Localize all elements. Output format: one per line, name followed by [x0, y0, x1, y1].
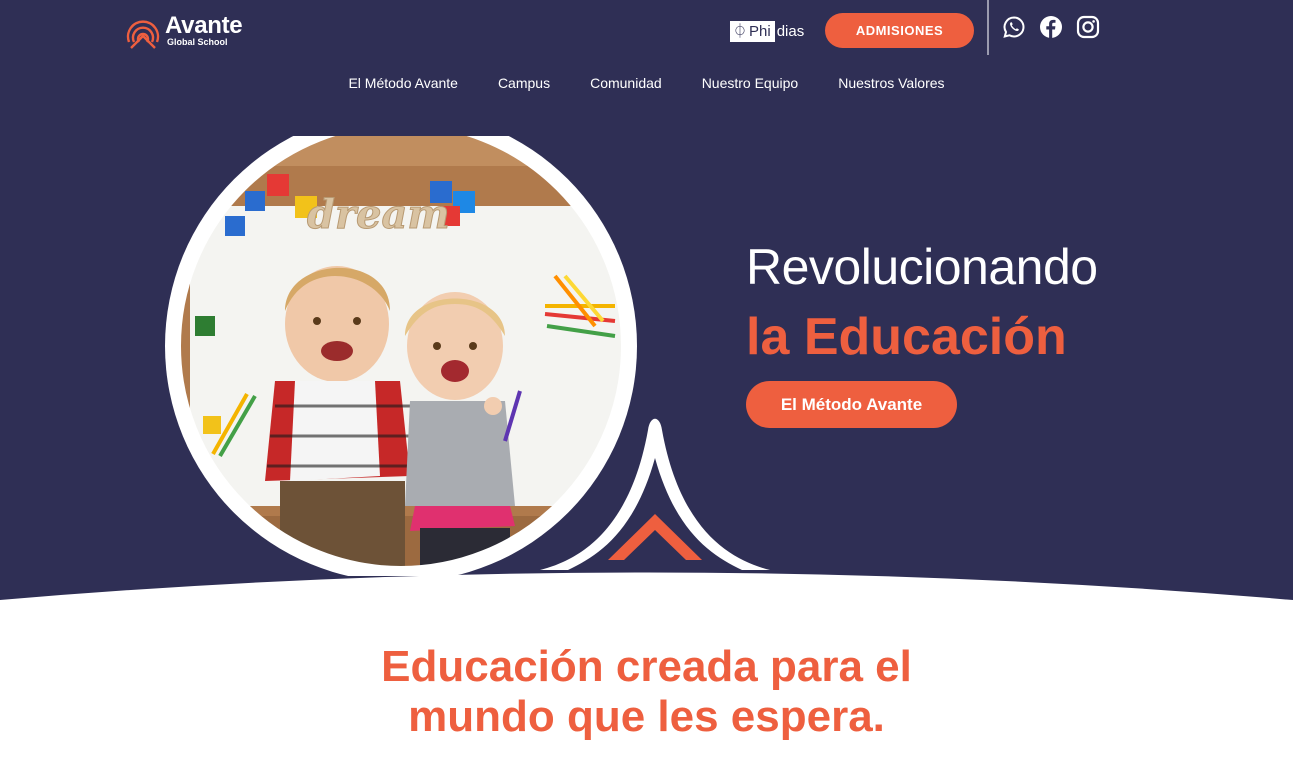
- phidias-boxed-text: Phi: [749, 22, 771, 40]
- logo-name: Avante: [165, 12, 243, 39]
- avante-logo-icon: [126, 20, 160, 49]
- instagram-icon[interactable]: [1076, 15, 1100, 39]
- main-nav: El Método Avante Campus Comunidad Nuestr…: [0, 73, 1293, 93]
- nav-item-campus[interactable]: Campus: [498, 73, 550, 93]
- hero-headline-line2: la Educación: [746, 308, 1067, 366]
- nav-item-comunidad[interactable]: Comunidad: [590, 73, 662, 93]
- section-title-line1: Educación creada para el: [381, 642, 912, 691]
- section-title: Educación creada para el mundo que les e…: [0, 642, 1293, 742]
- site-logo[interactable]: Avante Global School: [125, 10, 243, 52]
- whatsapp-icon[interactable]: [1002, 15, 1026, 39]
- nav-item-metodo[interactable]: El Método Avante: [348, 73, 457, 93]
- nav-item-equipo[interactable]: Nuestro Equipo: [702, 73, 799, 93]
- phidias-rest-text: dias: [776, 22, 805, 40]
- dream-sign-text: dream: [307, 191, 450, 238]
- nav-item-valores[interactable]: Nuestros Valores: [838, 73, 944, 93]
- phidias-link[interactable]: ⏀ Phi dias: [730, 19, 804, 43]
- hero-headline-line1: Revolucionando: [746, 239, 1098, 295]
- facebook-icon[interactable]: [1039, 15, 1063, 39]
- hero-photo: dream: [165, 136, 637, 576]
- metodo-avante-button[interactable]: El Método Avante: [746, 381, 957, 428]
- section-title-line2: mundo que les espera.: [408, 692, 885, 741]
- phidias-icon: ⏀: [733, 23, 747, 39]
- admissions-button[interactable]: ADMISIONES: [825, 13, 974, 48]
- header-divider: [987, 0, 989, 55]
